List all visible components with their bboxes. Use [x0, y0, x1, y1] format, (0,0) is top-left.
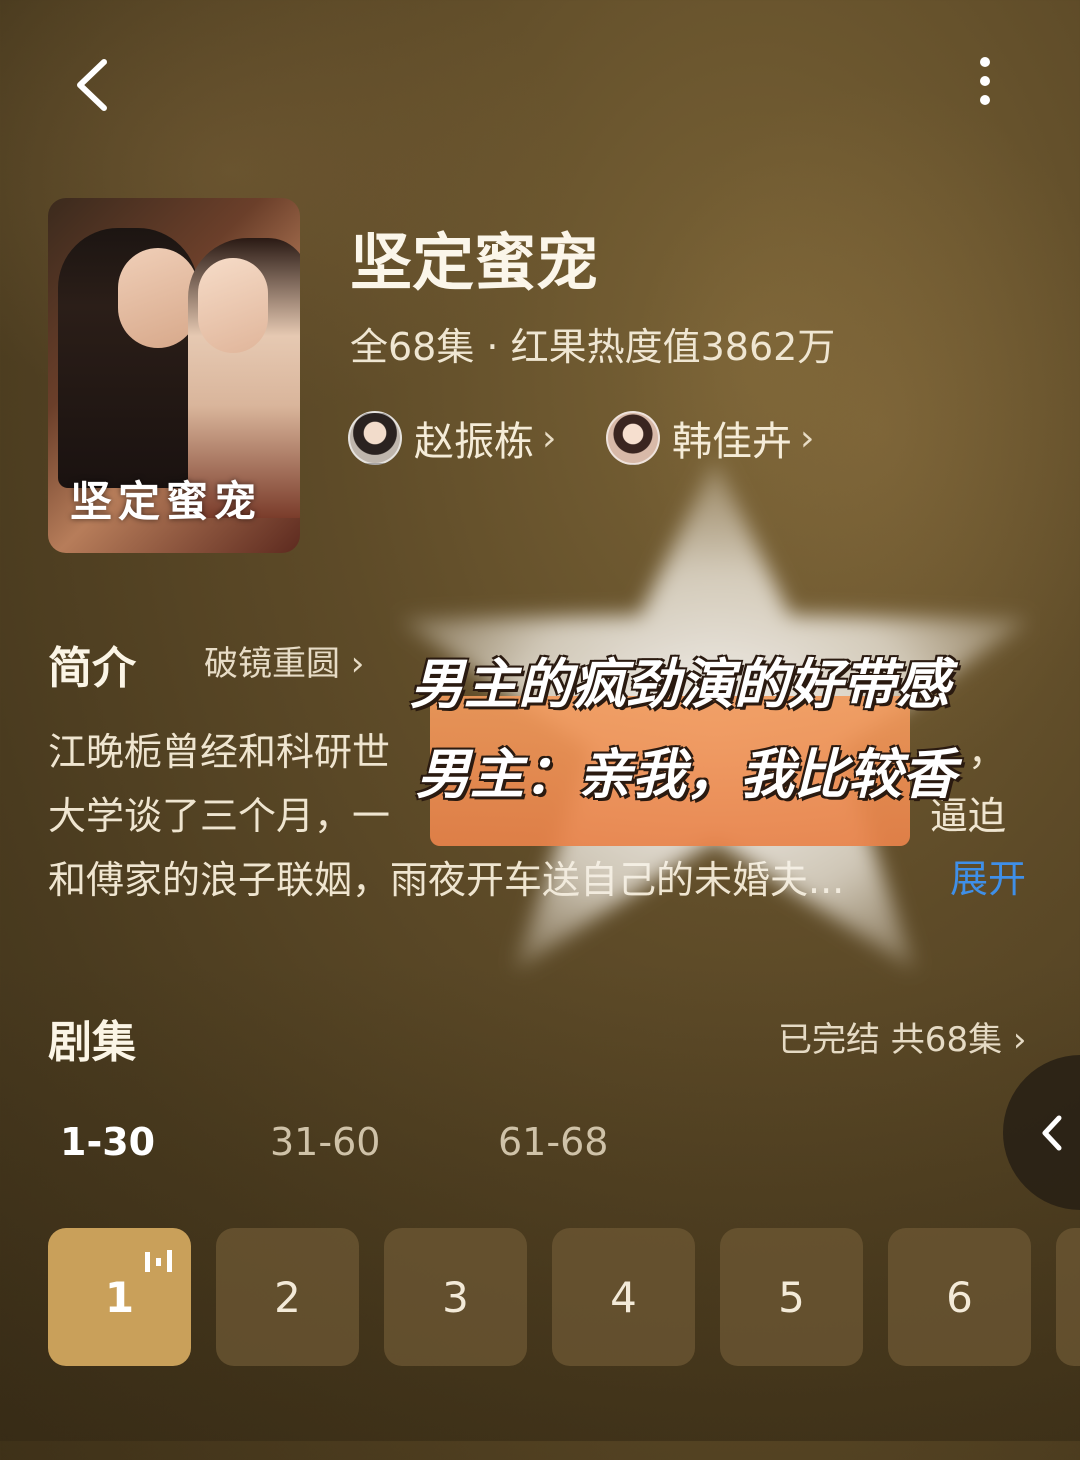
episode-list: 1 2 3 4 5 6 — [48, 1228, 1080, 1366]
episode-number: 2 — [274, 1272, 301, 1322]
synopsis-line-3: 和傅家的浪子联姻，雨夜开车送自己的未婚夫... — [48, 858, 845, 902]
drama-meta: 全68集 · 红果热度值3862万 — [350, 325, 836, 369]
intro-heading: 简介 — [48, 643, 136, 694]
episode-button-3[interactable]: 3 — [384, 1228, 527, 1366]
more-vertical-icon — [980, 57, 990, 105]
synopsis-line-1: 江晚栀曾经和科研世 — [48, 730, 391, 774]
episode-button-2[interactable]: 2 — [216, 1228, 359, 1366]
tab-range-1-30[interactable]: 1-30 — [60, 1120, 155, 1164]
episode-number: 3 — [442, 1272, 469, 1322]
cast-item-1[interactable]: 赵振栋 › — [348, 410, 556, 466]
episodes-heading: 剧集 — [48, 1017, 136, 1068]
tab-range-61-68[interactable]: 61-68 — [498, 1120, 608, 1164]
episode-button-6[interactable]: 6 — [888, 1228, 1031, 1366]
poster-title: 坚定蜜宠 — [70, 477, 263, 526]
avatar — [348, 411, 402, 465]
expand-link[interactable]: 展开 — [950, 848, 1026, 903]
episode-button-1[interactable]: 1 — [48, 1228, 191, 1366]
synopsis: 江晚栀曾经和科研世 大学谈了三个月，一 和傅家的浪子联姻，雨夜开车送自己的未婚夫… — [48, 720, 1038, 912]
top-bar — [0, 40, 1080, 130]
synopsis-line-2-tail: 逼迫 — [930, 794, 1007, 838]
more-button[interactable] — [955, 50, 1015, 120]
episode-number: 4 — [610, 1272, 637, 1322]
cast-item-2[interactable]: 韩佳卉 › — [606, 410, 814, 466]
episode-button-next-partial[interactable] — [1056, 1228, 1080, 1366]
episodes-status-link[interactable]: 已完结 共68集 › — [778, 1012, 1026, 1061]
chevron-left-icon — [1042, 1115, 1062, 1151]
side-panel-toggle[interactable] — [1003, 1055, 1080, 1210]
now-playing-icon — [145, 1250, 172, 1272]
episode-number: 5 — [778, 1272, 805, 1322]
drama-title: 坚定蜜宠 — [350, 226, 599, 299]
episode-range-tabs: 1-30 31-60 61-68 — [0, 1120, 1080, 1180]
episode-button-5[interactable]: 5 — [720, 1228, 863, 1366]
chevron-right-icon: › — [800, 417, 815, 459]
episode-number: 6 — [946, 1272, 973, 1322]
drama-poster[interactable]: 坚定蜜宠 — [48, 198, 300, 553]
chevron-left-icon — [77, 59, 107, 111]
back-button[interactable] — [62, 50, 132, 120]
cast-name: 赵振栋 — [414, 419, 534, 465]
sticker-line-1: 男主的疯劲演的好带感 — [410, 653, 950, 716]
synopsis-line-1-tail: ， — [968, 730, 1007, 774]
genre-tag[interactable]: 破镜重圆 › — [204, 636, 364, 685]
episode-number: 1 — [104, 1272, 135, 1322]
tab-range-31-60[interactable]: 31-60 — [270, 1120, 380, 1164]
episode-button-4[interactable]: 4 — [552, 1228, 695, 1366]
cast-name: 韩佳卉 — [672, 419, 792, 465]
synopsis-line-2: 大学谈了三个月，一 — [48, 794, 391, 838]
avatar — [606, 411, 660, 465]
chevron-right-icon: › — [542, 417, 557, 459]
